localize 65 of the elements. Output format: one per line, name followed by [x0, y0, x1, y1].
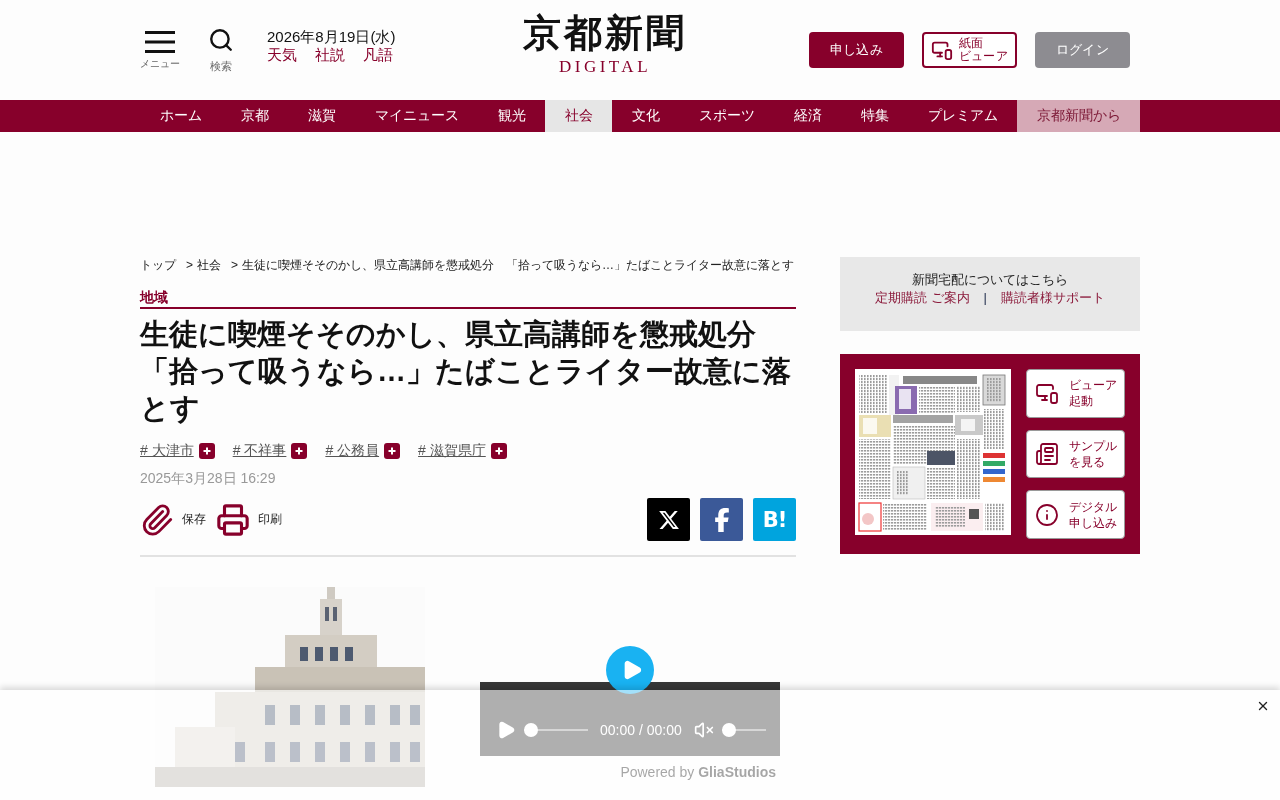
nav-tab[interactable]: 観光 [478, 100, 545, 132]
nav-tab[interactable]: 京都新聞から [1017, 100, 1140, 132]
action-label[interactable]: 印刷 [258, 511, 282, 528]
newspaper-icon [1035, 442, 1059, 466]
nav-tab[interactable]: マイニュース [355, 100, 478, 132]
paperclip-icon[interactable] [140, 502, 174, 537]
link-separator: | [983, 289, 987, 307]
x-logo-icon [657, 508, 680, 531]
nav-tab[interactable]: 経済 [774, 100, 841, 132]
category-label: 地域 [140, 289, 168, 306]
breadcrumb-separator: > [231, 257, 239, 273]
video-credit: Powered by GliaStudios [619, 764, 777, 780]
search-icon [208, 27, 234, 54]
search-button[interactable]: 検索 [208, 27, 234, 73]
menu-button[interactable]: メニュー [140, 31, 180, 69]
play-button[interactable] [606, 646, 654, 694]
tag-link[interactable]: # 公務員 [325, 442, 380, 460]
article-title: 生徒に喫煙そそのかし、県立高講師を懲戒処分「拾って吸うなら…」たばことライター故意に落とす [140, 317, 792, 426]
facebook-share-button[interactable] [700, 498, 743, 541]
tag-link[interactable]: # 不祥事 [232, 442, 287, 460]
volume-thumb[interactable] [721, 723, 736, 737]
publish-date: 2025年3月28日 16:29 [140, 469, 277, 488]
logo-subtitle: DIGITAL [558, 57, 652, 77]
paper-viewer-button[interactable]: 紙面 ビューア [922, 32, 1017, 68]
delivery-link[interactable]: 購読者様サポート [1001, 289, 1105, 307]
printer-icon[interactable] [216, 502, 250, 537]
digital-apply-button[interactable]: デジタル申し込み [1026, 490, 1125, 539]
nav-tab[interactable]: 滋賀 [288, 100, 355, 132]
nav-tab[interactable]: 京都 [221, 100, 288, 132]
monitor-phone-icon [1035, 381, 1059, 406]
logo-title[interactable]: 京都新聞 [523, 13, 687, 53]
tag-link[interactable]: # 滋賀県庁 [418, 442, 486, 460]
tag-link[interactable]: # 大津市 [140, 442, 194, 460]
x-share-button[interactable] [647, 498, 690, 541]
action-label[interactable]: 保存 [182, 511, 206, 528]
quick-link[interactable]: 凡語 [363, 46, 393, 64]
video-time: 00:00 / 00:00 [600, 722, 682, 738]
monitor-phone-icon [930, 39, 953, 61]
close-button[interactable] [1256, 699, 1270, 713]
quick-link[interactable]: 社説 [315, 46, 345, 64]
breadcrumb-link[interactable]: 社会 [197, 257, 221, 273]
plus-icon[interactable] [291, 443, 308, 459]
plus-icon[interactable] [198, 443, 215, 459]
delivery-link[interactable]: 定期購読 ご案内 [875, 289, 970, 307]
breadcrumb-separator: > [186, 257, 193, 273]
breadcrumb-link[interactable]: トップ [140, 257, 176, 273]
quick-link[interactable]: 天気 [267, 46, 297, 64]
nav-tab[interactable]: 社会 [545, 100, 612, 132]
seek-thumb[interactable] [524, 723, 538, 737]
close-icon [1256, 699, 1270, 713]
current-date: 2026年8月19日(水) [267, 28, 396, 46]
delivery-heading: 新聞宅配についてはこちら [912, 271, 1068, 289]
nav-tab[interactable]: スポーツ [679, 100, 774, 132]
nav-tab[interactable]: ホーム [140, 100, 221, 132]
nav-tab[interactable]: プレミアム [908, 100, 1017, 132]
info-icon [1035, 502, 1059, 527]
nav-tab[interactable]: 文化 [612, 100, 679, 132]
sample-button[interactable]: サンプルを見る [1026, 429, 1125, 479]
plus-icon[interactable] [490, 443, 507, 459]
apply-button[interactable]: 申し込み [809, 32, 904, 68]
plus-icon[interactable] [384, 443, 401, 459]
menu-icon [145, 31, 175, 53]
nav-tab[interactable]: 特集 [841, 100, 908, 132]
breadcrumb-current: 生徒に喫煙そそのかし、県立高講師を懲戒処分 「拾って吸うなら…」たばことライター故意に落とす [242, 257, 795, 273]
viewer-launch-button[interactable]: ビューア起動 [1026, 369, 1125, 418]
